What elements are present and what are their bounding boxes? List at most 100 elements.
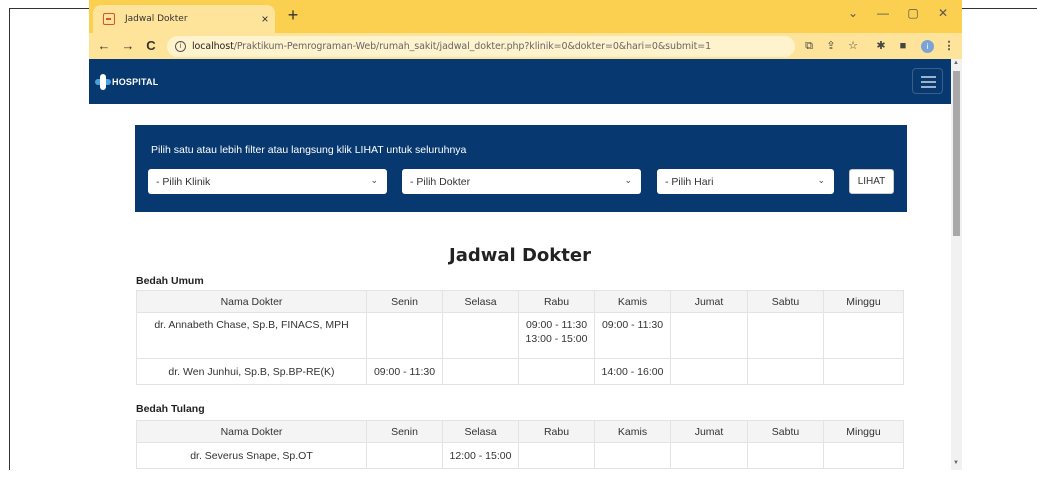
schedule-table-bedah-tulang: Nama Dokter Senin Selasa Rabu Kamis Juma… [136,420,904,469]
favicon-icon [103,13,115,25]
schedule-cell [747,312,824,359]
screenshot-canvas: Jadwal Dokter × + ⌄ — ▢ ✕ ← → C i localh… [0,0,1037,477]
filter-hint-text: Pilih satu atau lebih filter atau langsu… [151,144,467,156]
doctor-name-cell: dr. Severus Snape, Sp.OT [136,442,367,469]
page-title: Jadwal Dokter [449,245,591,266]
column-header: Sabtu [747,420,824,443]
scroll-down-arrow-icon[interactable]: ▼ [953,460,959,466]
table-header-row: Nama Dokter Senin Selasa Rabu Kamis Juma… [136,420,904,443]
schedule-cell [823,358,904,385]
bookmark-star-icon[interactable]: ☆ [845,38,861,54]
dokter-select-value: - Pilih Dokter [410,175,471,188]
browser-toolbar: ← → C i localhost/Praktikum-Pemrograman-… [89,33,962,59]
url-path: /Praktikum-Pemrograman-Web/rumah_sakit/j… [233,41,712,52]
tab-search-icon[interactable]: ⌄ [841,6,865,20]
schedule-cell: 09:00 - 11:30 13:00 - 15:00 [518,312,595,359]
table-header-row: Nama Dokter Senin Selasa Rabu Kamis Juma… [136,290,904,313]
vertical-scrollbar[interactable]: ▲ ▼ [951,59,962,470]
schedule-table-bedah-umum: Nama Dokter Senin Selasa Rabu Kamis Juma… [136,290,904,385]
column-header: Jumat [670,290,748,313]
schedule-cell [747,442,824,469]
url-host: localhost [192,41,234,52]
extensions-icon[interactable]: ✱ [873,38,889,54]
column-header: Minggu [823,420,904,443]
schedule-cell [366,442,443,469]
back-arrow-icon[interactable]: ← [95,37,113,55]
maximize-icon[interactable]: ▢ [901,6,925,20]
forward-arrow-icon[interactable]: → [119,37,137,55]
schedule-cell [518,358,595,385]
column-header: Jumat [670,420,748,443]
brand-link[interactable]: HOSPITAL [95,74,158,90]
table-row: dr. Severus Snape, Sp.OT 12:00 - 15:00 [136,442,904,469]
column-header: Nama Dokter [136,290,367,313]
schedule-cell [518,442,595,469]
section-title-bedah-tulang: Bedah Tulang [136,403,205,415]
minimize-icon[interactable]: — [871,6,895,20]
lihat-button[interactable]: LIHAT [849,169,894,194]
schedule-cell [747,358,824,385]
hari-select-value: - Pilih Hari [665,175,714,188]
browser-window: Jadwal Dokter × + ⌄ — ▢ ✕ ← → C i localh… [89,0,962,470]
reload-icon[interactable]: C [142,37,160,55]
tab-jadwal-dokter[interactable]: Jadwal Dokter × [93,5,275,33]
tab-title: Jadwal Dokter [125,14,188,24]
schedule-cell [366,312,443,359]
menu-toggle-button[interactable] [912,68,943,94]
chevron-down-icon: ⌄ [624,175,632,185]
schedule-cell [442,312,519,359]
column-header: Nama Dokter [136,420,367,443]
section-title-bedah-umum: Bedah Umum [136,275,204,287]
table-row: dr. Annabeth Chase, Sp.B, FINACS, MPH 09… [136,312,904,359]
schedule-cell: 12:00 - 15:00 [442,442,519,469]
hari-select[interactable]: - Pilih Hari ⌄ [657,169,834,194]
site-info-icon[interactable]: i [175,41,186,52]
profile-avatar[interactable]: i [921,40,934,53]
chevron-down-icon: ⌄ [370,175,378,185]
column-header: Senin [366,420,443,443]
dokter-select[interactable]: - Pilih Dokter ⌄ [402,169,641,194]
translate-icon[interactable]: ⧉ [801,38,817,54]
tab-strip: Jadwal Dokter × + ⌄ — ▢ ✕ [89,0,962,33]
schedule-cell: 09:00 - 11:30 [594,312,671,359]
schedule-cell [823,442,904,469]
table-row: dr. Wen Junhui, Sp.B, Sp.BP-RE(K) 09:00 … [136,358,904,385]
schedule-cell [670,442,748,469]
new-tab-button[interactable]: + [282,5,304,27]
column-header: Rabu [518,420,595,443]
close-window-icon[interactable]: ✕ [931,6,955,20]
klinik-select-value: - Pilih Klinik [156,175,211,188]
schedule-cell [594,442,671,469]
chevron-down-icon: ⌄ [817,175,825,185]
column-header: Sabtu [747,290,824,313]
doctor-name-cell: dr. Wen Junhui, Sp.B, Sp.BP-RE(K) [136,358,367,385]
column-header: Senin [366,290,443,313]
schedule-cell [442,358,519,385]
column-header: Rabu [518,290,595,313]
site-navbar: HOSPITAL [89,59,951,104]
frame-border-left [9,8,10,470]
column-header: Selasa [442,290,519,313]
column-header: Kamis [594,290,671,313]
schedule-cell: 09:00 - 11:30 [366,358,443,385]
schedule-cell [823,312,904,359]
scrollbar-thumb[interactable] [953,71,960,236]
page-viewport: HOSPITAL Pilih satu atau lebih filter at… [89,59,962,470]
scroll-up-arrow-icon[interactable]: ▲ [953,60,959,66]
address-bar[interactable]: i localhost/Praktikum-Pemrograman-Web/ru… [167,36,795,57]
schedule-cell [670,312,748,359]
side-panel-icon[interactable]: ■ [895,38,911,54]
hospital-cross-icon [95,74,111,90]
column-header: Minggu [823,290,904,313]
brand-text: HOSPITAL [112,77,159,87]
filter-panel: Pilih satu atau lebih filter atau langsu… [135,125,907,212]
browser-menu-icon[interactable]: ⋮ [941,38,957,54]
url-text: localhost/Praktikum-Pemrograman-Web/ruma… [192,41,711,52]
tab-close-icon[interactable]: × [255,12,275,26]
schedule-cell: 14:00 - 16:00 [594,358,671,385]
column-header: Selasa [442,420,519,443]
column-header: Kamis [594,420,671,443]
klinik-select[interactable]: - Pilih Klinik ⌄ [148,169,387,194]
share-icon[interactable]: ⇪ [823,38,839,54]
schedule-cell [670,358,748,385]
